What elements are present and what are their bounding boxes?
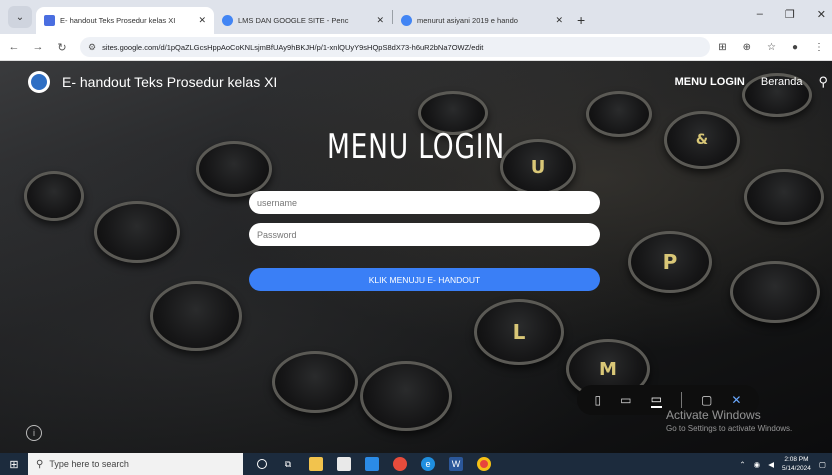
- notifications-icon[interactable]: ▢: [819, 460, 826, 469]
- typewriter-key-decoration: P: [628, 231, 712, 293]
- password-input[interactable]: Password: [249, 223, 600, 246]
- minimize-icon[interactable]: –: [757, 8, 763, 21]
- google-favicon-icon: [222, 15, 233, 26]
- tab-menurut[interactable]: menurut asiyani 2019 e hando ✕: [393, 7, 571, 34]
- go-to-handout-button[interactable]: KLIK MENUJU E- HANDOUT: [249, 268, 600, 291]
- nav-menu-login[interactable]: MENU LOGIN: [675, 76, 745, 88]
- site-nav: MENU LOGIN Beranda ⚲: [675, 74, 832, 90]
- site-header: E- handout Teks Prosedur kelas XI MENU L…: [0, 61, 832, 103]
- site-logo[interactable]: [28, 71, 50, 93]
- more-menu-icon[interactable]: ⋮: [814, 42, 824, 53]
- typewriter-key-decoration: [730, 261, 820, 323]
- tab-e-handout[interactable]: E- handout Teks Prosedur kelas XI ✕: [36, 7, 214, 34]
- forward-icon[interactable]: →: [28, 41, 48, 53]
- url-text: sites.google.com/d/1pQaZLGcsHppAoCoKNLsj…: [102, 42, 484, 52]
- close-tab-icon[interactable]: ✕: [198, 15, 206, 26]
- tab-search-icon[interactable]: ⌄: [8, 6, 32, 28]
- typewriter-key-decoration: [272, 351, 358, 413]
- browser-tab-bar: ⌄ E- handout Teks Prosedur kelas XI ✕ LM…: [0, 0, 832, 34]
- volume-icon[interactable]: ◀: [768, 460, 774, 469]
- mail-icon[interactable]: [365, 457, 379, 471]
- network-icon[interactable]: ◉: [754, 460, 761, 469]
- phone-preview-icon[interactable]: ▯: [595, 393, 602, 407]
- clock-time: 2:08 PM: [784, 456, 809, 463]
- divider: [680, 392, 682, 408]
- typewriter-key-decoration: L: [474, 299, 564, 365]
- taskbar-search-box[interactable]: ⚲ Type here to search: [28, 453, 243, 475]
- restore-icon[interactable]: ❐: [785, 8, 795, 21]
- taskbar-search-placeholder: Type here to search: [49, 459, 129, 469]
- close-tab-icon[interactable]: ✕: [555, 15, 563, 26]
- chrome-icon[interactable]: [477, 457, 491, 471]
- typewriter-key-decoration: [744, 169, 824, 225]
- page-title: MENU LOGIN: [326, 127, 506, 167]
- translate-icon[interactable]: ⊞: [718, 42, 726, 53]
- profile-icon[interactable]: ●: [792, 42, 798, 53]
- google-favicon-icon: [401, 15, 412, 26]
- comment-icon[interactable]: ▢: [701, 393, 712, 407]
- logo-emblem-icon: [31, 74, 47, 90]
- file-explorer-icon[interactable]: [309, 457, 323, 471]
- site-title[interactable]: E- handout Teks Prosedur kelas XI: [62, 74, 277, 90]
- close-window-icon[interactable]: ✕: [817, 8, 826, 21]
- activate-title: Activate Windows: [666, 408, 761, 422]
- bookmark-star-icon[interactable]: ☆: [767, 42, 776, 53]
- tab-lms[interactable]: LMS DAN GOOGLE SITE - Penc ✕: [214, 7, 392, 34]
- typewriter-key-decoration: [24, 171, 84, 221]
- zoom-icon[interactable]: ⊕: [743, 42, 751, 53]
- close-tab-icon[interactable]: ✕: [376, 15, 384, 26]
- reload-icon[interactable]: ↻: [52, 41, 72, 54]
- clock[interactable]: 2:08 PM 5/14/2024: [782, 455, 811, 473]
- system-tray: ⌃ ◉ ◀ 2:08 PM 5/14/2024 ▢: [739, 453, 832, 475]
- sites-favicon-icon: [44, 15, 55, 26]
- tablet-preview-icon[interactable]: ▭: [620, 393, 631, 407]
- store-icon[interactable]: [393, 457, 407, 471]
- info-icon[interactable]: i: [26, 425, 42, 441]
- cortana-icon[interactable]: [257, 459, 267, 469]
- search-icon[interactable]: ⚲: [818, 74, 828, 90]
- typewriter-key-decoration: [150, 281, 242, 351]
- edge-icon[interactable]: e: [421, 457, 435, 471]
- typewriter-key-decoration: [360, 361, 452, 431]
- new-tab-button[interactable]: +: [577, 12, 585, 28]
- show-hidden-icons-icon[interactable]: ⌃: [739, 460, 745, 469]
- username-input[interactable]: username: [249, 191, 600, 214]
- activate-subtitle: Go to Settings to activate Windows.: [666, 424, 793, 433]
- windows-start-icon[interactable]: ⊞: [0, 458, 28, 471]
- site-info-icon[interactable]: ⚙: [88, 42, 96, 53]
- task-view-icon[interactable]: ⧉: [281, 457, 295, 471]
- taskbar-apps: ⧉ e W: [257, 457, 491, 471]
- close-preview-icon[interactable]: ✕: [731, 393, 741, 407]
- tab-title: E- handout Teks Prosedur kelas XI: [60, 16, 176, 25]
- calculator-icon[interactable]: [337, 457, 351, 471]
- nav-beranda[interactable]: Beranda: [761, 76, 803, 88]
- tab-title: menurut asiyani 2019 e hando: [417, 16, 518, 25]
- clock-date: 5/14/2024: [781, 465, 811, 472]
- activate-windows-watermark: Activate Windows Go to Settings to activ…: [666, 408, 792, 433]
- back-icon[interactable]: ←: [4, 41, 24, 53]
- tab-title: LMS DAN GOOGLE SITE - Penc: [238, 16, 349, 25]
- url-field[interactable]: ⚙ sites.google.com/d/1pQaZLGcsHppAoCoKNL…: [80, 37, 711, 57]
- address-bar: ← → ↻ ⚙ sites.google.com/d/1pQaZLGcsHppA…: [0, 34, 832, 61]
- desktop-preview-icon[interactable]: ▭: [650, 392, 662, 408]
- site-page: & P L M U E- handout Teks Prosedur kelas…: [0, 61, 832, 453]
- window-controls: – ❐ ✕: [757, 8, 832, 21]
- typewriter-key-decoration: [94, 201, 180, 263]
- address-bar-actions: ⊞ ⊕ ☆ ● ⋮: [718, 42, 832, 53]
- search-icon: ⚲: [36, 458, 44, 470]
- word-icon[interactable]: W: [449, 457, 463, 471]
- windows-taskbar: ⊞ ⚲ Type here to search ⧉ e W ⌃ ◉ ◀ 2:08…: [0, 453, 832, 475]
